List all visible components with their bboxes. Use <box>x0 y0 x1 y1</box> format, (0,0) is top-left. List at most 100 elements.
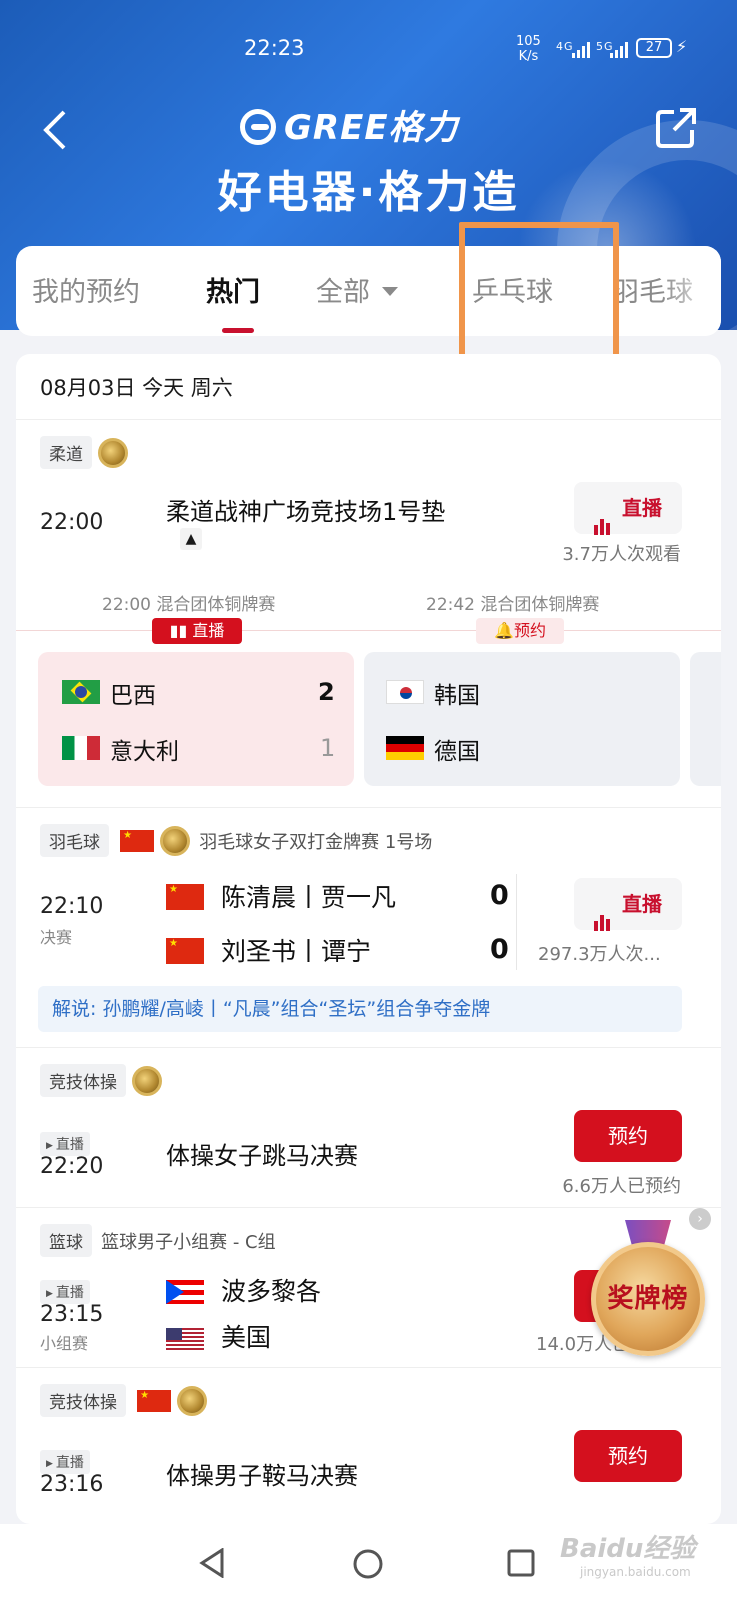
viewer-count: 297.3万人次... <box>538 944 661 965</box>
medal-board-label: 奖牌榜 <box>607 1284 689 1314</box>
live-button[interactable]: 直播 <box>574 878 682 931</box>
event-time: 22:20 <box>40 1154 104 1179</box>
reserve-button[interactable]: 预约 <box>574 1110 682 1162</box>
share-icon[interactable] <box>654 106 698 150</box>
event-name: 羽毛球女子双打金牌赛 1号场 <box>199 831 433 853</box>
chevron-down-icon <box>382 287 398 296</box>
commentary-banner[interactable]: 解说: 孙鹏耀/高崚丨“凡晨”组合“圣坛”组合争夺金牌 <box>38 986 682 1032</box>
nav-home-icon[interactable] <box>352 1548 384 1580</box>
medal-icon <box>132 1065 162 1096</box>
gymnastics-vault-section: 竞技体操 直播 22:20 体操女子跳马决赛 预约 6.6万人已预约 <box>16 1048 721 1208</box>
network-speed: 105 K/s <box>516 34 541 64</box>
match-card-3[interactable] <box>690 652 721 786</box>
team-name: 韩国 <box>434 683 480 709</box>
usa-flag-icon <box>166 1328 204 1350</box>
bell-icon: 🔔 <box>494 621 514 640</box>
viewer-count: 3.7万人次观看 <box>562 544 681 565</box>
team-score: 0 <box>490 880 509 911</box>
tab-hot[interactable]: 热门 <box>206 270 260 309</box>
china-flag-icon <box>166 884 204 910</box>
match-card-2[interactable]: 韩国 德国 <box>364 652 680 786</box>
battery-icon: 27 <box>636 38 672 58</box>
slogan: 好电器·格力造 <box>217 167 520 218</box>
reserve-count: 6.6万人已预约 <box>562 1176 681 1197</box>
badminton-header: 羽毛球 羽毛球女子双打金牌赛 1号场 <box>40 824 432 857</box>
team-score: 0 <box>490 934 509 965</box>
event-title[interactable]: 体操女子跳马决赛 <box>166 1136 358 1171</box>
category-chip: 柔道 <box>40 436 92 469</box>
medal-icon <box>98 437 128 468</box>
tab-fade <box>661 246 721 336</box>
category-chip: 羽毛球 <box>40 824 109 857</box>
signal-4g-label: 4G <box>556 40 574 53</box>
live-tag: 直播 <box>40 1280 90 1304</box>
gree-ring-icon <box>240 109 276 145</box>
china-flag-icon <box>137 1389 172 1412</box>
team-name: 刘圣书丨谭宁 <box>221 937 372 966</box>
medal-icon <box>177 1385 208 1416</box>
reserve-status-badge: 🔔预约 <box>476 618 564 644</box>
team-score: 1 <box>320 734 336 762</box>
timeline-line <box>16 630 721 631</box>
puerto-rico-flag-icon <box>166 1280 204 1304</box>
back-icon[interactable] <box>40 108 80 152</box>
reserve-button[interactable]: 预约 <box>574 1430 682 1482</box>
category-chip: 篮球 <box>40 1224 92 1257</box>
team-name: 意大利 <box>110 739 179 765</box>
gree-logo: GREE格力 <box>240 100 459 149</box>
china-flag-icon <box>166 938 204 964</box>
team-name: 波多黎各 <box>221 1277 322 1306</box>
session-time-1: 22:00 混合团体铜牌赛 <box>102 595 276 615</box>
signal-bars-icon <box>610 40 628 58</box>
date-header: 08月03日 今天 周六 <box>16 354 721 420</box>
basketball-header: 篮球 篮球男子小组赛 - C组 <box>40 1224 276 1257</box>
team-name: 德国 <box>434 739 480 765</box>
baidu-watermark: Baidu经验 jingyan.baidu.com <box>560 1534 696 1579</box>
live-tag: 直播 <box>40 1450 90 1474</box>
highlight-box <box>459 222 619 360</box>
session-time-2: 22:42 混合团体铜牌赛 <box>426 595 600 615</box>
event-time: 23:16 <box>40 1472 104 1497</box>
live-bars-icon: ▮▮ <box>169 621 193 640</box>
event-title[interactable]: 体操男子鞍马决赛 <box>166 1456 358 1491</box>
signal-bars-icon <box>572 40 590 58</box>
gym-header: 竞技体操 <box>40 1384 208 1417</box>
nav-recents-icon[interactable] <box>506 1548 536 1578</box>
germany-flag-icon <box>386 736 424 760</box>
status-time: 22:23 <box>244 36 305 60</box>
tab-all[interactable]: 全部 <box>316 270 398 309</box>
divider <box>516 874 517 970</box>
charging-icon: ⚡ <box>676 37 688 56</box>
badminton-section: 羽毛球 羽毛球女子双打金牌赛 1号场 22:10 决赛 陈清晨丨贾一凡 0 刘圣… <box>16 808 721 1048</box>
category-chip: 竞技体操 <box>40 1064 126 1097</box>
brazil-flag-icon <box>62 680 100 704</box>
live-tag: 直播 <box>40 1132 90 1156</box>
status-bar: 22:23 105 K/s 4G 5G 27 ⚡ <box>0 34 737 66</box>
medal-board-button[interactable]: 奖牌榜 <box>583 1220 713 1360</box>
italy-flag-icon <box>62 736 100 760</box>
judo-header: 柔道 <box>40 436 128 469</box>
live-bars-icon <box>594 483 612 535</box>
live-button[interactable]: 直播 <box>574 482 682 535</box>
collapse-icon[interactable]: ▲ <box>180 528 202 550</box>
team-score: 2 <box>318 678 335 706</box>
korea-flag-icon <box>386 680 424 704</box>
event-time: 22:10 <box>40 894 104 919</box>
tab-my-reservations[interactable]: 我的预约 <box>32 270 140 309</box>
event-title[interactable]: 柔道战神广场竞技场1号垫 <box>166 492 445 527</box>
gym-header: 竞技体操 <box>40 1064 162 1097</box>
live-status-badge: ▮▮ 直播 <box>152 618 242 644</box>
event-time: 23:15 <box>40 1302 104 1327</box>
active-tab-indicator <box>222 328 254 333</box>
judo-section: 柔道 22:00 柔道战神广场竞技场1号垫 ▲ 直播 3.7万人次观看 22:0… <box>16 420 721 808</box>
medal-icon <box>160 825 191 856</box>
event-name: 篮球男子小组赛 - C组 <box>101 1231 276 1253</box>
china-flag-icon <box>120 829 155 852</box>
team-name: 陈清晨丨贾一凡 <box>221 883 397 912</box>
category-chip: 竞技体操 <box>40 1384 126 1417</box>
nav-back-icon[interactable] <box>198 1548 226 1578</box>
event-time: 22:00 <box>40 510 104 535</box>
event-stage: 决赛 <box>40 928 73 947</box>
match-card-1[interactable]: 巴西 2 意大利 1 <box>38 652 354 786</box>
team-name: 美国 <box>221 1323 272 1352</box>
